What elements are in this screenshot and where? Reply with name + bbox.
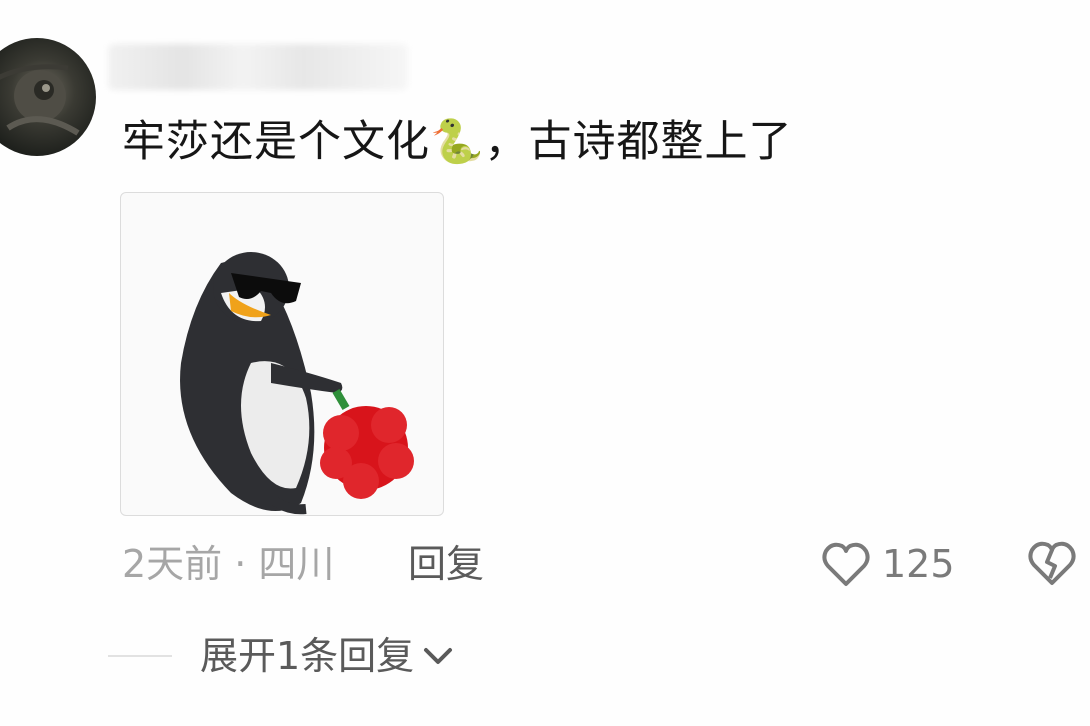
heart-icon — [822, 542, 870, 586]
divider-line — [108, 655, 172, 657]
dislike-button[interactable] — [1026, 538, 1078, 592]
avatar-image — [0, 64, 80, 136]
comment-meta-row: 2天前 · 四川 回复 125 — [122, 536, 1082, 592]
username-blurred[interactable] — [108, 44, 408, 90]
broken-heart-icon — [1028, 541, 1076, 585]
like-count: 125 — [882, 542, 955, 586]
penguin-sticker-image[interactable] — [120, 192, 444, 516]
avatar[interactable] — [0, 38, 96, 156]
comment-time-location: 2天前 · 四川 — [122, 542, 335, 586]
expand-replies[interactable]: 展开1条回复 — [108, 628, 454, 684]
like-button[interactable]: 125 — [820, 536, 955, 592]
chevron-down-icon — [424, 648, 453, 664]
expand-replies-label: 展开1条回复 — [200, 634, 415, 678]
reply-button[interactable]: 回复 — [408, 536, 484, 592]
penguin-sticker-icon — [180, 252, 414, 515]
comment-screen: 牢莎还是个文化🐍，古诗都整上了 2天前 · 四川 回复 125 展开1条回复 — [0, 0, 1090, 726]
comment-text: 牢莎还是个文化🐍，古诗都整上了 — [122, 117, 793, 167]
